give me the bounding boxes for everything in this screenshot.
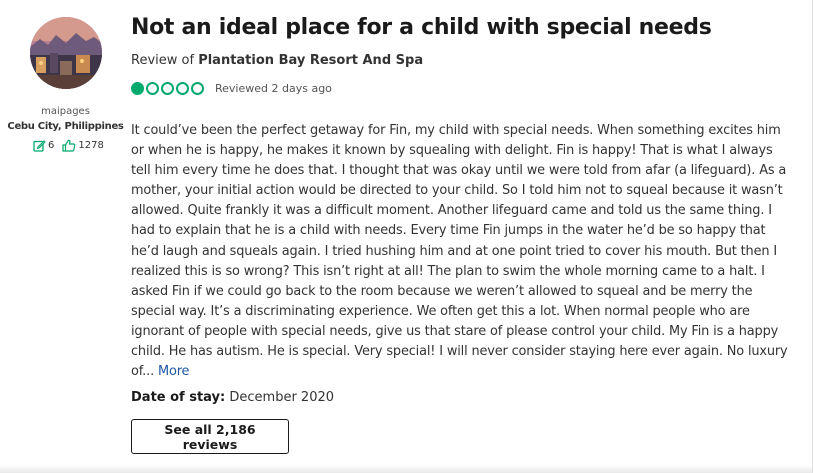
rating-bubble-empty-icon: [146, 81, 159, 95]
date-of-stay-value: December 2020: [229, 390, 335, 405]
avatar-photo-icon: [30, 17, 102, 89]
review-body: It could’ve been the perfect getaway for…: [131, 121, 791, 382]
review-of-prefix: Review of: [131, 53, 195, 68]
date-of-stay: Date of stay: December 2020: [131, 390, 334, 405]
author-location: Cebu City, Philippines: [7, 121, 124, 132]
author-username[interactable]: maipages: [0, 106, 131, 117]
review-body-text: It could’ve been the perfect getaway for…: [131, 123, 788, 380]
reviewed-date: Reviewed 2 days ago: [215, 81, 332, 95]
author-stats: 6 1278: [33, 139, 104, 152]
review-card: maipages Cebu City, Philippines 6 1278 N…: [0, 0, 813, 473]
rating-bubble-empty-icon: [191, 81, 204, 95]
date-of-stay-label: Date of stay:: [131, 390, 226, 405]
edit-icon: [33, 139, 46, 152]
rating-bubble-filled-icon: [131, 81, 144, 95]
contributions-count: 6: [48, 140, 55, 151]
rating-row: Reviewed 2 days ago: [131, 80, 332, 96]
hotel-name-link[interactable]: Plantation Bay Resort And Spa: [198, 53, 423, 68]
more-link[interactable]: More: [158, 364, 190, 379]
thumbs-up-icon: [62, 139, 76, 152]
bottom-shadow: [0, 465, 812, 473]
helpful-votes-count: 1278: [78, 140, 104, 151]
rating-bubble-empty-icon: [161, 81, 174, 95]
review-title[interactable]: Not an ideal place for a child with spec…: [131, 15, 712, 40]
rating-bubble-empty-icon: [176, 81, 189, 95]
avatar[interactable]: [30, 17, 102, 89]
review-of-line: Review of Plantation Bay Resort And Spa: [131, 53, 423, 68]
see-all-reviews-button[interactable]: See all 2,186 reviews: [131, 419, 289, 454]
bubble-rating: [131, 81, 206, 95]
